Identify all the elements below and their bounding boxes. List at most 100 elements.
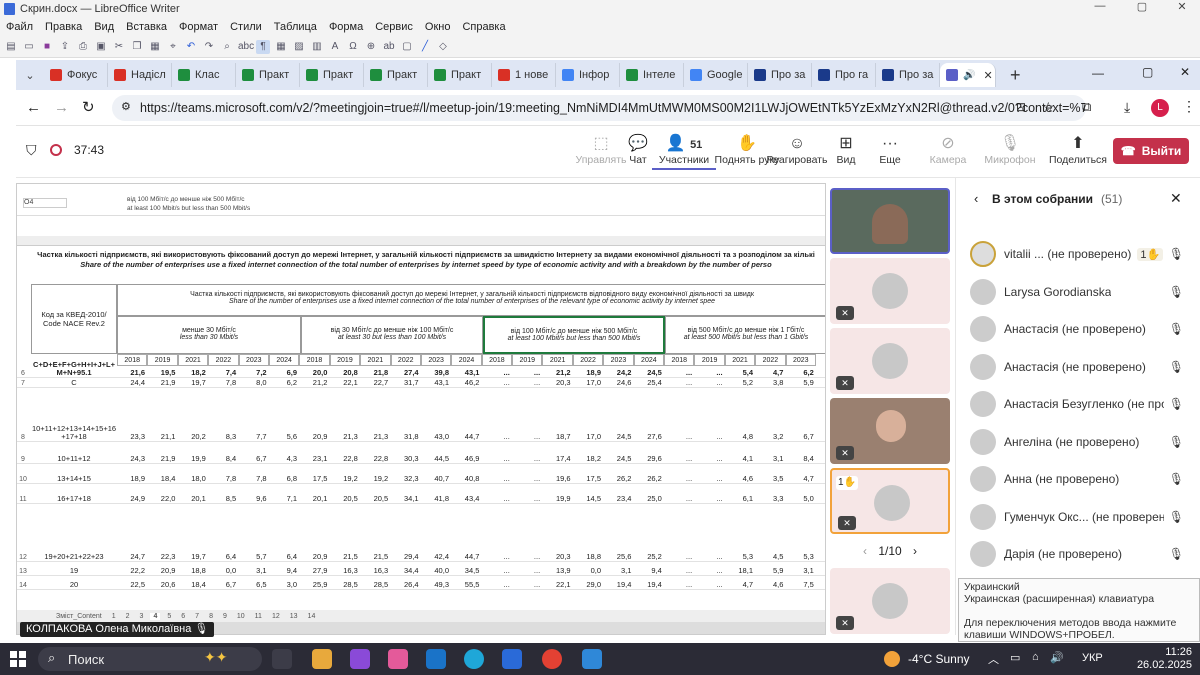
browser-tab[interactable]: Фокус [44,63,108,87]
weather-text[interactable]: -4°C Sunny [908,652,970,666]
participant-row[interactable]: Анастасія Безугленко (не про... 🎙 [970,388,1190,420]
data-cell[interactable]: ... [664,580,692,589]
data-cell[interactable]: 19,4 [603,580,632,589]
data-cell[interactable]: 7,5 [786,580,813,589]
data-cell[interactable]: 8,4 [208,454,236,463]
data-cell[interactable]: 6,5 [239,580,266,589]
new-tab-icon[interactable]: + [1010,65,1021,86]
mic-button[interactable]: 🎙 Микрофон [978,134,1042,166]
data-cell[interactable]: ... [695,566,722,575]
data-cell[interactable]: 44,7 [451,432,480,441]
video-tile[interactable]: ✕ [830,328,950,394]
chrome-icon[interactable] [542,649,562,669]
data-cell[interactable]: 44,5 [421,454,449,463]
image-icon[interactable]: ▨ [292,40,306,54]
data-cell[interactable]: ... [664,432,692,441]
data-cell[interactable]: 20,1 [178,494,206,503]
data-cell[interactable]: 19,2 [360,474,389,483]
data-cell[interactable]: 20,0 [299,368,328,377]
copy-icon[interactable]: ❐ [130,40,144,54]
data-cell[interactable]: 17,5 [299,474,328,483]
camera-button[interactable]: ⊘ Камера [916,134,980,166]
data-cell[interactable]: ... [512,432,540,441]
back-chevron-icon[interactable]: ‹ [974,191,978,206]
browser-tab[interactable]: Про за [876,63,940,87]
data-cell[interactable]: 46,2 [451,378,480,387]
data-cell[interactable]: 6,8 [269,474,297,483]
data-cell[interactable]: 18,9 [117,474,145,483]
data-cell[interactable]: 24,4 [117,378,145,387]
redo-icon[interactable]: ↷ [202,40,216,54]
data-cell[interactable]: 6,2 [786,368,813,377]
footnote-icon[interactable]: ab [382,40,396,54]
data-cell[interactable]: 40,8 [451,474,480,483]
data-cell[interactable]: 18,0 [178,474,206,483]
spelling-icon[interactable]: abc [238,40,254,54]
special-char-icon[interactable]: Ω [346,40,360,54]
browser-tab[interactable]: Про за [748,63,812,87]
data-cell[interactable]: 5,3 [786,552,813,561]
data-cell[interactable]: 17,5 [573,474,601,483]
data-cell[interactable]: 9,6 [239,494,266,503]
sheet-tab[interactable]: 6 [178,613,188,620]
menu-table[interactable]: Таблица [274,21,317,33]
taskbar-search[interactable]: ⌕ Поиск ✦✦ [38,647,262,671]
data-cell[interactable]: ... [482,566,510,575]
data-cell[interactable]: 0,0 [573,566,601,575]
data-cell[interactable]: 55,5 [451,580,480,589]
data-cell[interactable]: 8,3 [208,432,236,441]
data-cell[interactable]: 31,8 [391,432,419,441]
data-cell[interactable]: ... [482,454,510,463]
data-cell[interactable]: 7,7 [239,432,266,441]
data-cell[interactable]: 17,4 [543,454,571,463]
data-cell[interactable]: ... [664,378,692,387]
data-cell[interactable]: ... [482,552,510,561]
data-cell[interactable]: 8,0 [239,378,266,387]
data-cell[interactable]: ... [664,552,692,561]
data-cell[interactable]: ... [695,474,722,483]
data-cell[interactable]: 7,4 [208,368,236,377]
data-cell[interactable]: ... [695,552,722,561]
data-cell[interactable]: 3,5 [755,474,783,483]
data-cell[interactable]: 5,6 [269,432,297,441]
browser-tab[interactable]: Надісл [108,63,172,87]
data-cell[interactable]: 6,4 [208,552,236,561]
data-cell[interactable]: 40,7 [421,474,449,483]
data-cell[interactable]: 20,5 [360,494,389,503]
data-cell[interactable]: ... [482,494,510,503]
task-view-icon[interactable] [272,649,292,669]
data-cell[interactable]: ... [512,552,540,561]
participant-row[interactable]: Дарія (не проверено) 🎙 [970,538,1190,570]
data-cell[interactable]: 34,4 [391,566,419,575]
clock[interactable]: 11:26 26.02.2025 [1137,646,1192,672]
video-tile[interactable]: ✕ [830,398,950,464]
reload-icon[interactable]: ↻ [82,98,95,116]
people-button[interactable]: 👤 51 Участники [652,134,716,170]
more-button[interactable]: ··· Еще [858,134,922,166]
data-cell[interactable]: 22,2 [117,566,145,575]
data-cell[interactable]: 21,6 [117,368,145,377]
data-cell[interactable]: 4,5 [755,552,783,561]
line-icon[interactable]: ╱ [418,40,432,54]
data-cell[interactable]: 19,5 [147,368,176,377]
data-cell[interactable]: 29,0 [573,580,601,589]
sheet-tab[interactable]: 2 [123,613,133,620]
data-cell[interactable]: 17,0 [573,432,601,441]
browser-tab[interactable]: Про га [812,63,876,87]
writer-icon[interactable] [582,649,602,669]
prev-page-icon[interactable]: ‹ [863,544,867,558]
data-cell[interactable]: 4,8 [725,432,753,441]
data-cell[interactable]: 20,9 [147,566,176,575]
data-cell[interactable]: 17,0 [573,378,601,387]
browser-tab[interactable]: Практ [364,63,428,87]
data-cell[interactable]: ... [695,454,722,463]
video-tile[interactable]: ✕ [830,258,950,324]
sheet-tab[interactable]: 11 [252,613,265,620]
data-cell[interactable]: 49,3 [421,580,449,589]
data-cell[interactable]: 8,4 [786,454,813,463]
data-cell[interactable]: 24,6 [603,378,632,387]
data-cell[interactable]: 21,3 [360,432,389,441]
data-cell[interactable]: 31,7 [391,378,419,387]
data-cell[interactable]: 26,2 [634,474,662,483]
data-cell[interactable]: ... [695,368,722,377]
